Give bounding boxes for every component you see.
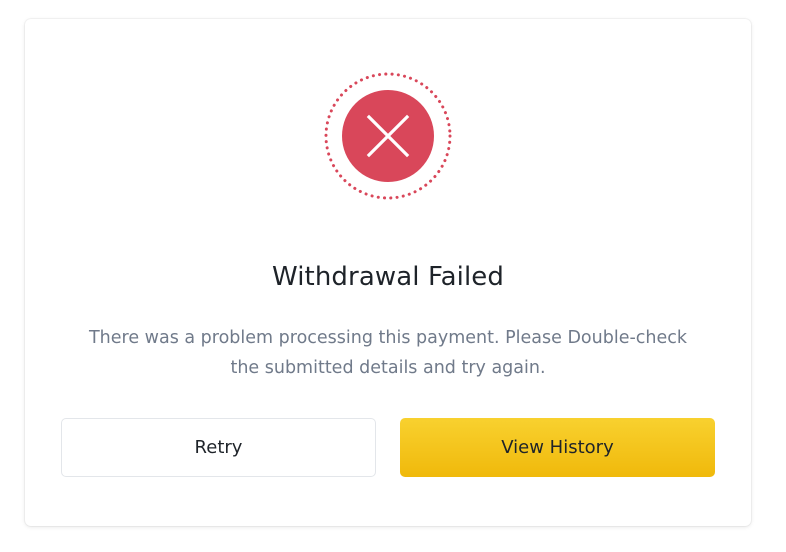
message-line-2: the submitted details and try again. bbox=[230, 358, 546, 378]
failed-x-icon bbox=[324, 72, 452, 200]
retry-button[interactable]: Retry bbox=[61, 418, 376, 477]
withdrawal-status-card: Withdrawal Failed There was a problem pr… bbox=[25, 19, 751, 526]
dialog-message: There was a problem processing this paym… bbox=[55, 323, 721, 383]
view-history-button-label: View History bbox=[501, 437, 614, 458]
error-status-icon bbox=[323, 71, 453, 201]
retry-button-label: Retry bbox=[194, 437, 243, 458]
dialog-title: Withdrawal Failed bbox=[272, 262, 504, 292]
message-line-1: There was a problem processing this paym… bbox=[88, 328, 688, 348]
view-history-button[interactable]: View History bbox=[400, 418, 715, 477]
